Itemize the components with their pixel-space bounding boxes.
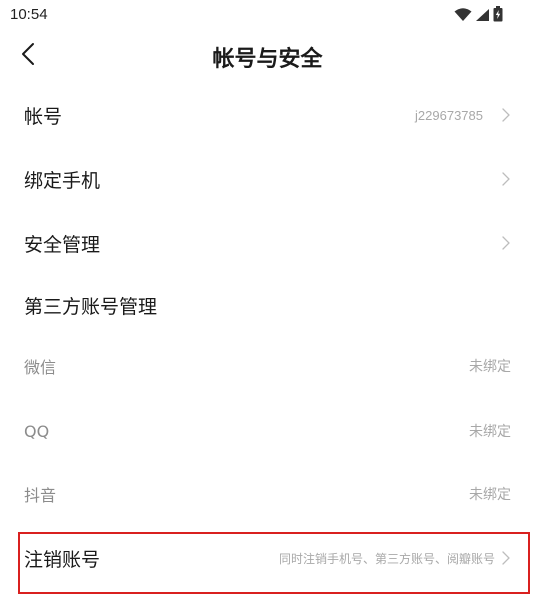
chevron-right-icon <box>499 106 513 124</box>
chevron-right-icon <box>499 170 513 188</box>
douyin-label: 抖音 <box>24 486 57 505</box>
bind-phone-label: 绑定手机 <box>24 169 101 192</box>
qq-row[interactable]: QQ 未绑定 <box>0 399 535 463</box>
wechat-row[interactable]: 微信 未绑定 <box>0 334 535 398</box>
wechat-status: 未绑定 <box>469 358 511 374</box>
header: 帐号与安全 <box>0 28 535 84</box>
chevron-right-icon <box>499 234 513 252</box>
security-label: 安全管理 <box>24 233 101 256</box>
page-title: 帐号与安全 <box>212 47 323 72</box>
wechat-label: 微信 <box>24 358 57 377</box>
security-row[interactable]: 安全管理 <box>0 211 535 275</box>
third-party-section: 第三方账号管理 <box>0 273 535 337</box>
battery-charging-icon <box>493 6 503 26</box>
bind-phone-row[interactable]: 绑定手机 <box>0 147 535 211</box>
wifi-icon <box>454 7 472 26</box>
third-party-label: 第三方账号管理 <box>24 295 158 318</box>
account-label: 帐号 <box>24 105 63 128</box>
qq-status: 未绑定 <box>469 423 511 439</box>
qq-label: QQ <box>24 421 50 441</box>
status-bar: 10:54 <box>0 0 535 28</box>
account-row[interactable]: 帐号 j229673785 <box>0 83 535 147</box>
status-icons <box>454 6 503 26</box>
status-time: 10:54 <box>10 6 48 23</box>
douyin-status: 未绑定 <box>469 486 511 502</box>
signal-icon <box>475 7 490 26</box>
douyin-row[interactable]: 抖音 未绑定 <box>0 462 535 526</box>
highlight-box <box>18 532 530 594</box>
account-value: j229673785 <box>415 107 483 123</box>
